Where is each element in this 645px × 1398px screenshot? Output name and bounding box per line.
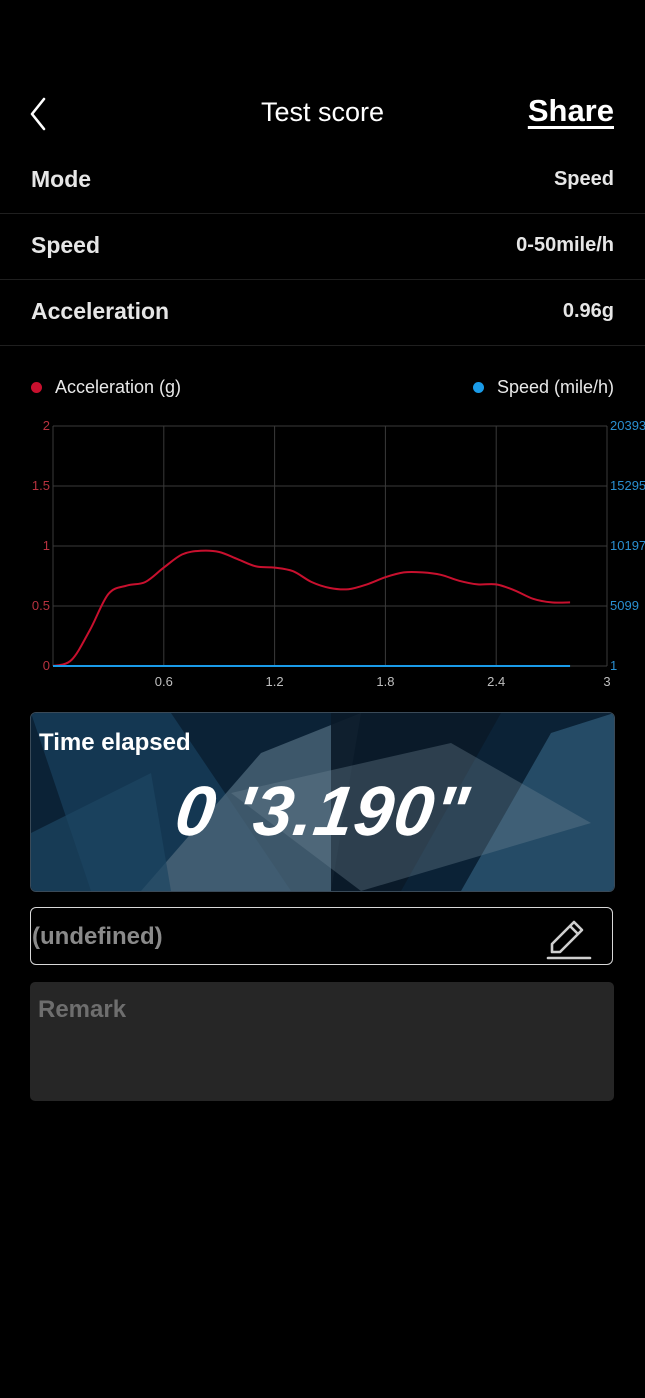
acceleration-speed-chart: 2 1.5 1 0.5 0 20393 15295 10197 5099 1 0.6 1.2 1.8 2.… xyxy=(0,408,645,698)
info-label: Speed xyxy=(31,232,101,258)
legend-dot-red xyxy=(31,382,42,393)
info-row-acceleration: Acceleration 0.96g xyxy=(0,280,645,346)
y-left-tick-label: 0.5 xyxy=(32,598,50,613)
info-value: 0.96g xyxy=(562,300,614,322)
y-right-tick-label: 1 xyxy=(610,658,617,673)
edit-button[interactable] xyxy=(546,916,592,960)
time-elapsed-value: 0 '3.190" xyxy=(170,772,475,850)
y-left-tick-label: 2 xyxy=(43,418,50,433)
legend-item-speed: Speed (mile/h) xyxy=(472,377,614,398)
legend-dot-blue xyxy=(472,382,484,393)
y-left-tick-label: 1.5 xyxy=(32,478,50,493)
x-tick-label: 3 xyxy=(603,674,610,689)
info-label: Mode xyxy=(31,166,92,192)
legend-label: Speed (mile/h) xyxy=(496,377,614,397)
header: Test score Share xyxy=(0,80,645,146)
x-tick-label: 0.6 xyxy=(155,674,173,689)
share-button[interactable]: Share xyxy=(528,93,614,129)
y-right-tick-label: 5099 xyxy=(610,598,639,613)
info-value: Speed xyxy=(553,168,614,190)
y-left-tick-label: 1 xyxy=(43,538,50,553)
info-value: 0-50mile/h xyxy=(516,234,614,256)
chart-svg: 2 1.5 1 0.5 0 20393 15295 10197 5099 1 0.6 1.2 1.8 2.… xyxy=(32,418,645,689)
info-row-speed: Speed 0-50mile/h xyxy=(0,214,645,280)
legend-item-acceleration: Acceleration (g) xyxy=(31,377,181,398)
info-row-mode: Mode Speed xyxy=(0,148,645,214)
y-right-tick-label: 20393 xyxy=(610,418,645,433)
acceleration-series-line xyxy=(52,549,571,667)
y-right-tick-label: 10197 xyxy=(610,538,645,553)
y-right-tick-label: 15295 xyxy=(610,478,645,493)
time-elapsed-card: Time elapsed 0 '3.190" xyxy=(30,712,615,892)
pencil-edit-icon xyxy=(546,920,592,960)
chart-legend: Acceleration (g) Speed (mile/h) xyxy=(0,372,645,406)
time-elapsed-label: Time elapsed xyxy=(39,729,191,756)
info-label: Acceleration xyxy=(31,298,170,324)
test-score-screen: Test score Share Mode Speed Speed 0-50mi… xyxy=(0,0,645,1398)
remark-placeholder: Remark xyxy=(38,996,127,1023)
name-field-value: (undefined) xyxy=(32,923,163,950)
x-tick-label: 1.2 xyxy=(266,674,284,689)
remark-input[interactable]: Remark xyxy=(30,982,614,1101)
y-left-tick-label: 0 xyxy=(43,658,50,673)
name-field[interactable]: (undefined) xyxy=(30,907,613,965)
legend-label: Acceleration (g) xyxy=(55,377,182,397)
x-tick-label: 1.8 xyxy=(376,674,394,689)
x-tick-label: 2.4 xyxy=(487,674,505,689)
